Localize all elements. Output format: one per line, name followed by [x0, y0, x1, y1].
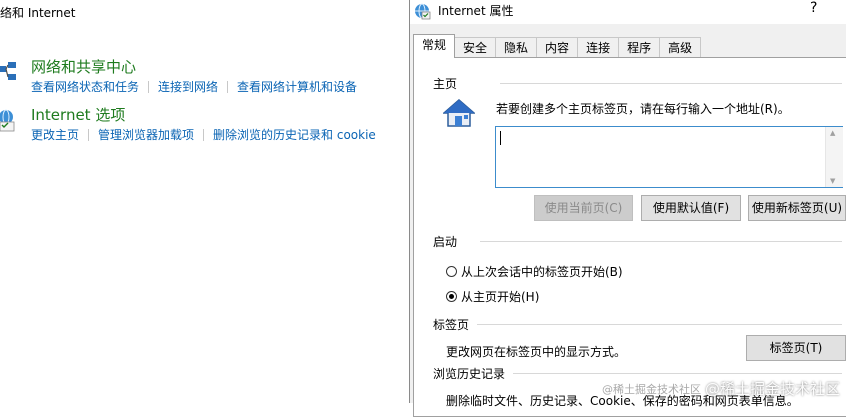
history-group-divider	[512, 373, 842, 374]
history-group-label: 浏览历史记录	[433, 365, 514, 382]
watermark: @稀土掘金技术社区 @稀土掘金技术社区	[602, 378, 840, 399]
dialog-title: Internet 属性	[438, 4, 514, 18]
tabs-description: 更改网页在标签页中的显示方式。	[446, 345, 627, 359]
tab-programs[interactable]: 程序	[618, 37, 661, 58]
use-new-tab-button[interactable]: 使用新标签页(U)	[748, 195, 846, 221]
network-icon	[0, 62, 16, 80]
change-homepage-link[interactable]: 更改主页	[31, 126, 79, 143]
tab-general[interactable]: 常规	[413, 34, 456, 58]
scroll-up-icon[interactable]: ▲	[830, 129, 835, 137]
radio-circle-selected[interactable]	[446, 291, 457, 302]
tab-privacy[interactable]: 隐私	[495, 37, 538, 58]
startup-home-radio[interactable]: 从主页开始(H)	[446, 288, 539, 305]
radio-circle[interactable]	[446, 266, 457, 277]
manage-addons-link[interactable]: 管理浏览器加载项	[98, 126, 194, 143]
tabs-settings-button[interactable]: 标签页(T)	[746, 335, 846, 361]
tabs-group-divider	[476, 324, 842, 325]
dialog-titlebar[interactable]: Internet 属性 ?	[410, 0, 846, 24]
internet-options-heading[interactable]: Internet 选项	[31, 104, 125, 125]
network-sharing-heading[interactable]: 网络和共享中心	[31, 56, 136, 77]
tab-content[interactable]: 内容	[536, 37, 579, 58]
connect-network-link[interactable]: 连接到网络	[158, 78, 218, 95]
watermark-text: @稀土掘金技术社区	[704, 380, 840, 398]
startup-group-label: 启动	[433, 233, 466, 250]
internet-globe-icon	[415, 3, 431, 20]
network-links: 查看网络状态和任务 连接到网络 查看网络计算机和设备	[31, 78, 357, 95]
startup-last-session-label: 从上次会话中的标签页开始(B)	[461, 265, 623, 279]
help-button[interactable]: ?	[810, 0, 817, 16]
tab-advanced[interactable]: 高级	[659, 37, 702, 58]
dialog-tabs: 常规 安全 隐私 内容 连接 程序 高级	[413, 34, 702, 58]
startup-home-label: 从主页开始(H)	[461, 290, 540, 304]
text-caret	[500, 131, 501, 145]
link-divider	[203, 128, 205, 141]
house-icon	[443, 99, 475, 127]
home-group-divider	[500, 83, 842, 84]
link-divider	[88, 128, 90, 141]
tabs-group-label: 标签页	[433, 316, 478, 333]
link-divider	[148, 80, 150, 93]
link-divider	[227, 80, 229, 93]
view-network-devices-link[interactable]: 查看网络计算机和设备	[237, 78, 357, 95]
homepage-hint: 若要创建多个主页标签页，请在每行输入一个地址(R)。	[496, 102, 790, 116]
homepage-url-input[interactable]	[495, 126, 843, 188]
view-network-status-link[interactable]: 查看网络状态和任务	[31, 78, 139, 95]
use-default-button[interactable]: 使用默认值(F)	[641, 195, 741, 221]
watermark-small: @稀土掘金技术社区	[601, 382, 701, 396]
use-current-button[interactable]: 使用当前页(C)	[534, 195, 633, 221]
startup-last-session-radio[interactable]: 从上次会话中的标签页开始(B)	[446, 263, 623, 280]
delete-history-link[interactable]: 删除浏览的历史记录和 cookie	[213, 126, 376, 143]
startup-group-divider	[480, 241, 842, 242]
tab-security[interactable]: 安全	[454, 37, 497, 58]
tab-connections[interactable]: 连接	[577, 37, 620, 58]
internet-options-icon	[0, 109, 15, 132]
homepage-group-label: 主页	[433, 75, 466, 92]
scroll-down-icon[interactable]: ▼	[830, 177, 835, 185]
url-box-scrollbar[interactable]: ▲ ▼	[825, 127, 843, 187]
control-panel-breadcrumb: 络和 Internet	[0, 6, 76, 20]
internet-options-links: 更改主页 管理浏览器加载项 删除浏览的历史记录和 cookie	[31, 126, 376, 143]
